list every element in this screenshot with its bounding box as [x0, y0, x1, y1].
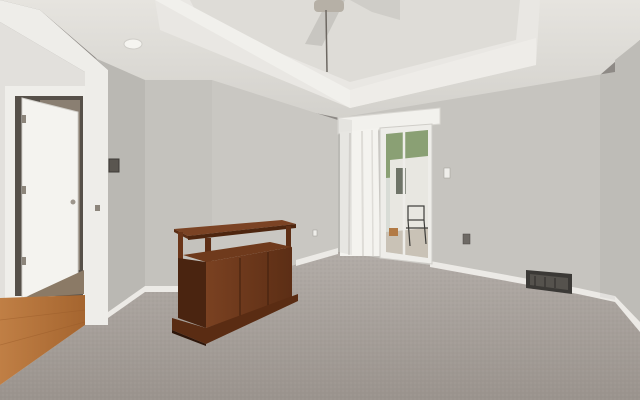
room-photo: [0, 0, 640, 400]
smoke-detector: [123, 38, 143, 50]
patio-pot: [389, 228, 398, 236]
room-photo-svg: [0, 0, 640, 400]
open-door: [21, 97, 79, 299]
baseboard-center: [145, 286, 180, 292]
light-switch: [443, 167, 451, 179]
far-right-wall: [615, 40, 640, 330]
door-hinge-mid: [22, 186, 26, 194]
wall-outlet-right: [462, 233, 471, 245]
door-hinge-low: [22, 257, 26, 265]
door-knob: [70, 199, 76, 205]
wall-outlet-center: [312, 229, 318, 237]
outdoor-house: [390, 156, 428, 232]
door-hinge-top: [22, 115, 26, 123]
wall-thermostat: [108, 158, 120, 173]
door-latch: [95, 205, 100, 211]
